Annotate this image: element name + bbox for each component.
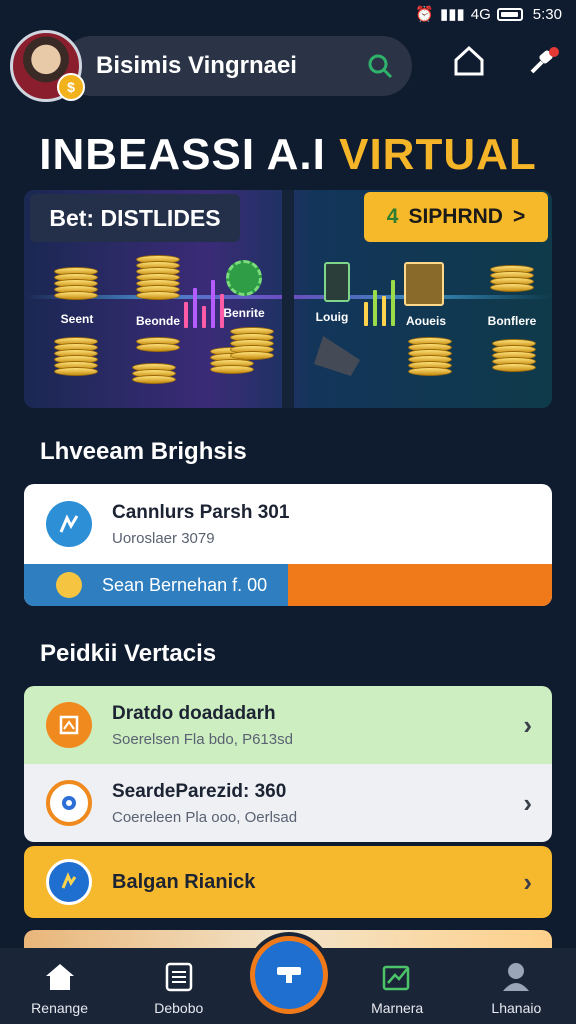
banner-label: Beonde — [135, 314, 180, 328]
market-chart-icon — [347, 960, 447, 994]
coin-stack-icon — [490, 265, 534, 292]
search-bar[interactable]: Bisimis Vingrnaei — [62, 36, 412, 96]
phone-icon — [324, 262, 350, 302]
nav-label: Debobo — [154, 1000, 204, 1016]
list-item-title: Dratdo doadadarh — [112, 702, 276, 724]
list-item-subtitle: Soerelsen Fla bdo, P613sd — [112, 730, 293, 748]
nav-item-profile[interactable]: Lhanaio — [466, 960, 566, 1016]
banner-divider — [282, 190, 294, 408]
status-time: 5:30 — [532, 5, 562, 23]
cta-label: SIPHRND — [408, 205, 503, 228]
chevron-right-icon: › — [523, 787, 532, 818]
home-icon[interactable] — [452, 44, 486, 78]
list-item[interactable]: Dratdo doadadarh Soerelsen Fla bdo, P613… — [24, 686, 552, 764]
list-item-title: Balgan Rianick — [112, 870, 256, 893]
gift-box-icon — [404, 262, 444, 306]
nav-item-markets[interactable]: Marnera — [347, 960, 447, 1016]
nav-item-home[interactable]: Renange — [10, 960, 110, 1016]
section-title: Lhveeam Brighsis — [40, 438, 247, 465]
chevron-right-icon: › — [523, 709, 532, 740]
page-title: INBEASSI A.I VIRTUAL — [0, 130, 576, 180]
cta-prefix: 4 — [386, 205, 399, 228]
coin-stack-icon — [54, 267, 98, 300]
coin-stack-icon — [492, 339, 536, 372]
nav-item-list[interactable]: Debobo — [129, 960, 229, 1016]
stats-icon — [46, 859, 92, 905]
center-action-button[interactable] — [250, 936, 328, 1014]
gear-icon — [226, 260, 262, 296]
coin-icon — [56, 572, 82, 598]
target-icon — [46, 780, 92, 826]
summary-bar-label: Sean Bernehan f. 00 — [102, 574, 268, 595]
banner-label: Louig — [315, 310, 349, 324]
summary-title: Cannlurs Parsh 301 — [112, 501, 290, 523]
coin-badge-icon: $ — [57, 73, 85, 101]
list-icon — [129, 960, 229, 994]
summary-bar: Sean Bernehan f. 00 — [24, 564, 288, 606]
section-title: Peidkii Vertacis — [40, 640, 217, 667]
header-title: Bisimis Vingrnaei — [96, 52, 297, 79]
chart-arrow-icon — [46, 501, 92, 547]
banner-label: Aoueis — [405, 314, 446, 328]
list-item-title: SeardeParezid: 360 — [112, 780, 287, 802]
coin-stack-icon — [136, 255, 180, 300]
search-icon[interactable] — [366, 52, 394, 80]
battery-icon — [496, 7, 523, 21]
banner-label: Bonflere — [487, 314, 537, 328]
user-icon — [466, 960, 566, 994]
signal-icon: ▮▮▮ — [440, 6, 465, 23]
list-item[interactable]: SeardeParezid: 360 Coereleen Pla ooo, Oe… — [24, 764, 552, 842]
coin-stack-icon — [132, 363, 176, 384]
coin-stack-icon — [408, 337, 452, 376]
nav-label: Marnera — [371, 1000, 424, 1016]
promo-banner[interactable]: Bet: DISTLIDES 4 SIPHRND > Seent Beonde … — [24, 190, 552, 408]
header: $ Bisimis Vingrnaei — [10, 30, 566, 102]
coin-stack-icon — [54, 337, 98, 376]
summary-card[interactable]: Cannlurs Parsh 301 Uoroslaer 3079 Sean B… — [24, 484, 552, 606]
title-gold-part: VIRTUAL — [339, 130, 537, 179]
alarm-icon: ⏰ — [415, 6, 435, 23]
summary-subtitle: Uoroslaer 3079 — [112, 529, 215, 547]
notification-icon[interactable] — [526, 44, 560, 78]
image-icon — [46, 702, 92, 748]
bet-label: Bet: DISTLIDES — [30, 194, 240, 242]
banner-label: Seent — [60, 312, 94, 326]
banner-label: Benrite — [223, 306, 265, 320]
list-item-subtitle: Coereleen Pla ooo, Oerlsad — [112, 808, 298, 826]
network-type: 4G — [470, 5, 491, 23]
status-bar: ⏰ ▮▮▮ 4G 5:30 — [0, 0, 576, 28]
title-white-part: INBEASSI A.I — [39, 130, 326, 179]
trophy-icon — [314, 336, 360, 376]
chevron-right-icon: › — [523, 866, 532, 897]
home-icon — [10, 960, 110, 994]
list-item[interactable]: Balgan Rianick › — [24, 846, 552, 918]
nav-label: Renange — [31, 1000, 88, 1016]
coin-stack-icon — [230, 327, 274, 360]
coin-stack-icon — [136, 337, 180, 352]
cta-button[interactable]: 4 SIPHRND > — [364, 192, 548, 242]
summary-bar-accent — [288, 564, 552, 606]
bet-ticket-icon — [277, 967, 301, 983]
chevron-right-icon: > — [512, 205, 526, 228]
nav-label: Lhanaio — [491, 1000, 542, 1016]
avatar[interactable]: $ — [10, 30, 85, 102]
